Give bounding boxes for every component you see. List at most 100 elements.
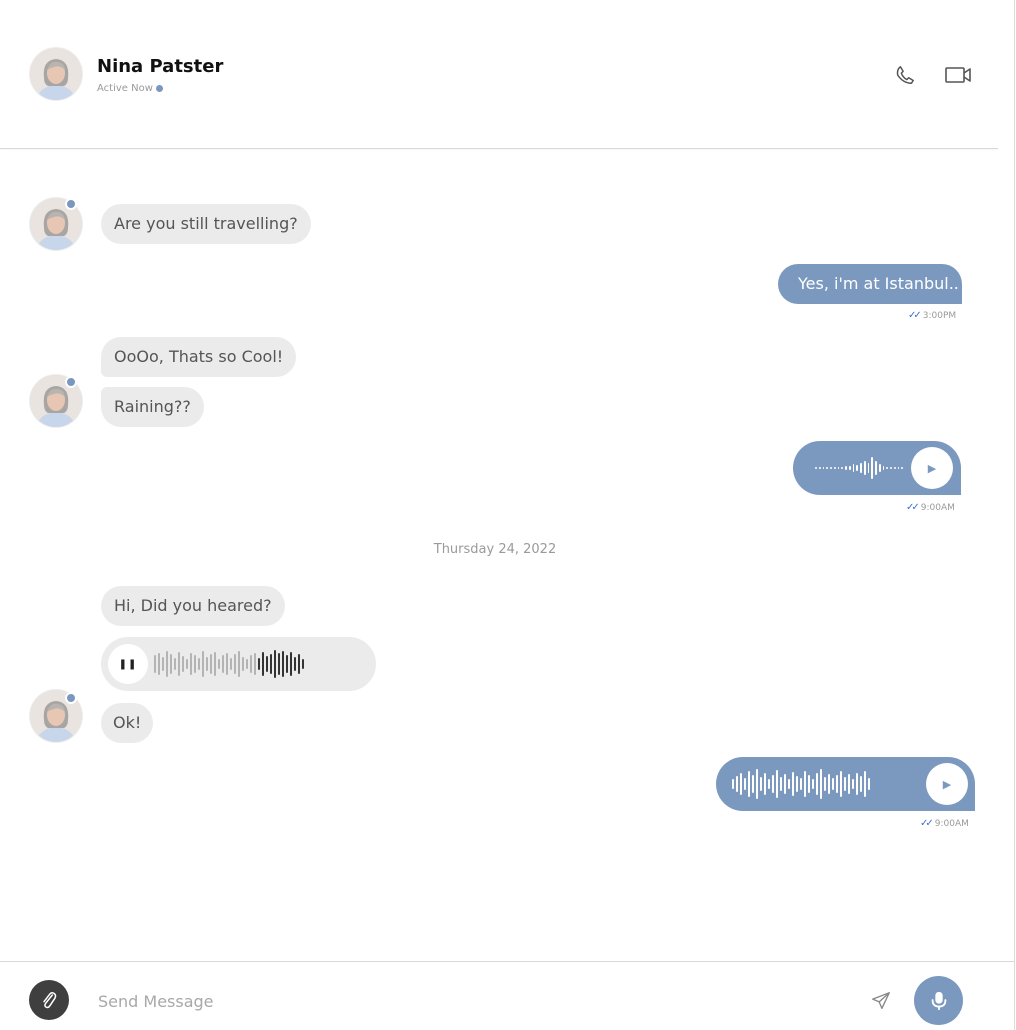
online-indicator xyxy=(65,376,77,388)
waveform-bar xyxy=(752,775,754,793)
waveform-bar xyxy=(278,653,280,675)
message-bubble-incoming: Raining?? xyxy=(101,387,204,427)
status-indicator xyxy=(156,85,163,92)
double-check-icon: ✓✓ xyxy=(908,310,922,321)
waveform-bar xyxy=(901,467,903,469)
paper-plane-icon[interactable] xyxy=(868,988,894,1014)
waveform-bar xyxy=(824,777,826,791)
waveform-bar xyxy=(841,467,843,469)
message-time: ✓✓ 3:00PM xyxy=(908,310,957,321)
waveform-bar xyxy=(250,655,252,673)
header-divider xyxy=(0,148,998,149)
waveform-bar xyxy=(822,467,825,469)
waveform-bar xyxy=(856,773,858,795)
paperclip-icon[interactable] xyxy=(29,980,69,1020)
waveform-bar xyxy=(282,651,284,677)
waveform-bar xyxy=(270,654,272,674)
waveform-bar xyxy=(832,778,834,790)
waveform-bar xyxy=(788,779,790,789)
online-indicator xyxy=(65,198,77,210)
play-icon[interactable]: ▶ xyxy=(926,763,968,805)
waveform-bar xyxy=(882,466,885,470)
waveform-bar xyxy=(816,773,818,795)
waveform-bar xyxy=(274,650,276,678)
date-separator: Thursday 24, 2022 xyxy=(433,542,557,557)
waveform-bar xyxy=(222,655,224,673)
waveform-bar xyxy=(748,771,750,797)
waveform-bar xyxy=(286,655,288,673)
waveform-bar xyxy=(878,464,881,472)
message-input[interactable] xyxy=(98,985,838,1017)
waveform-bar xyxy=(162,657,164,671)
phone-icon[interactable] xyxy=(892,62,918,88)
message-bubble-incoming: OoOo, Thats so Cool! xyxy=(101,337,297,377)
waveform-bar xyxy=(298,654,300,674)
double-check-icon: ✓✓ xyxy=(920,818,934,829)
online-indicator xyxy=(65,692,77,704)
waveform-bar xyxy=(190,653,192,675)
waveform-bar xyxy=(893,467,896,469)
voice-message-incoming[interactable]: ❚❚ xyxy=(101,637,376,691)
message-time: ✓✓ 9:00AM xyxy=(906,502,955,513)
waveform-bar xyxy=(800,778,802,790)
waveform-bar xyxy=(808,775,810,793)
waveform-bar xyxy=(238,651,240,677)
play-icon[interactable]: ▶ xyxy=(911,447,953,489)
waveform-bar xyxy=(266,656,268,672)
waveform-bar xyxy=(218,659,220,669)
waveform-bar xyxy=(262,652,264,676)
waveform-bar xyxy=(158,653,160,675)
waveform-bar xyxy=(856,465,858,471)
waveform-bar xyxy=(246,659,248,669)
waveform-bar xyxy=(890,467,892,469)
waveform-bar xyxy=(897,467,900,469)
waveform-bar xyxy=(845,466,847,470)
message-bubble-incoming: Ok! xyxy=(101,703,154,743)
voice-message-outgoing[interactable]: ▶ xyxy=(793,441,961,495)
waveform-bar xyxy=(210,654,212,674)
microphone-icon[interactable] xyxy=(914,976,963,1025)
contact-name: Nina Patster xyxy=(97,56,224,77)
waveform-bar xyxy=(868,778,870,790)
waveform-bar xyxy=(852,464,855,472)
waveform-bar xyxy=(194,655,196,673)
waveform-bar xyxy=(848,774,850,794)
waveform-bar xyxy=(178,652,180,676)
contact-avatar[interactable] xyxy=(30,48,82,100)
double-check-icon: ✓✓ xyxy=(906,502,920,513)
waveform-bar xyxy=(732,779,734,789)
audio-waveform xyxy=(815,448,903,488)
status-text: Active Now xyxy=(97,83,153,94)
message-bubble-outgoing: Yes, i'm at Istanbul.. xyxy=(778,264,962,304)
waveform-bar xyxy=(815,467,817,469)
waveform-bar xyxy=(830,467,832,469)
waveform-bar xyxy=(764,773,766,795)
waveform-bar xyxy=(780,777,782,791)
audio-waveform xyxy=(154,644,304,684)
composer-divider xyxy=(0,961,1014,962)
waveform-bar xyxy=(214,652,216,676)
waveform-bar xyxy=(736,776,738,792)
waveform-bar xyxy=(844,777,846,791)
waveform-bar xyxy=(154,655,156,673)
waveform-bar xyxy=(198,658,200,670)
waveform-bar xyxy=(886,467,888,469)
audio-waveform xyxy=(732,764,920,804)
waveform-bar xyxy=(864,771,866,797)
pause-icon[interactable]: ❚❚ xyxy=(108,644,148,684)
waveform-bar xyxy=(744,778,746,790)
waveform-bar xyxy=(840,771,842,797)
waveform-bar xyxy=(740,773,742,795)
video-camera-icon[interactable] xyxy=(943,62,973,88)
waveform-bar xyxy=(254,653,256,675)
waveform-bar xyxy=(768,779,770,789)
waveform-bar xyxy=(756,769,758,799)
waveform-bar xyxy=(833,467,836,469)
waveform-bar xyxy=(812,779,814,789)
voice-message-outgoing[interactable]: ▶ xyxy=(716,757,975,811)
waveform-bar xyxy=(837,467,840,469)
waveform-bar xyxy=(796,776,798,792)
waveform-bar xyxy=(867,463,870,473)
waveform-bar xyxy=(170,654,172,674)
waveform-bar xyxy=(302,659,304,669)
